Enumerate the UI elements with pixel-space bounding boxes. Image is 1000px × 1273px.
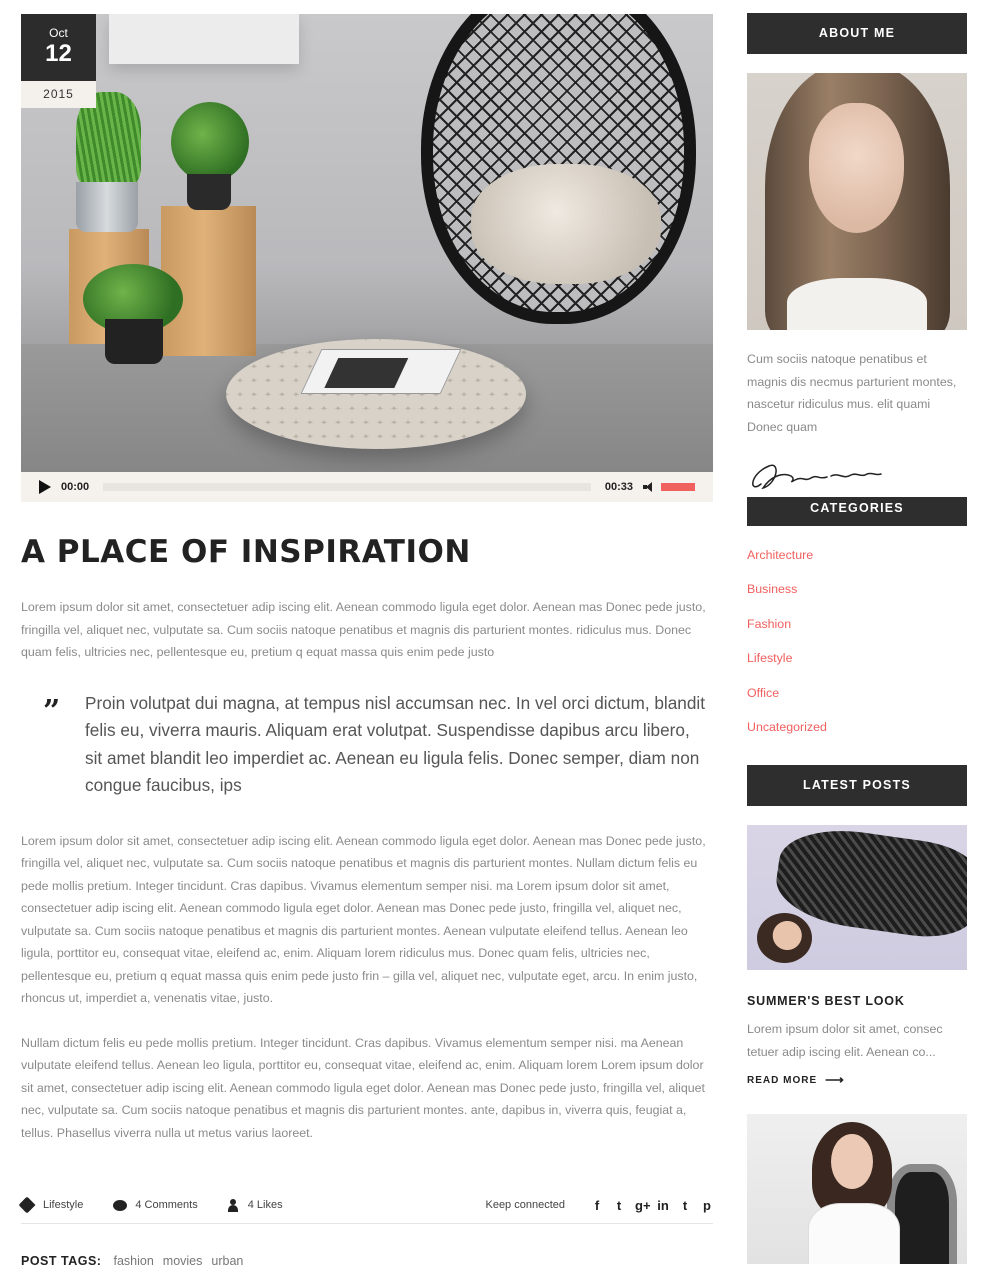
post-body-2: Nullam dictum felis eu pede mollis preti… bbox=[21, 1035, 705, 1140]
tag-link[interactable]: movies bbox=[163, 1254, 203, 1268]
signature-image bbox=[747, 454, 967, 496]
date-top: Oct 12 bbox=[21, 14, 96, 81]
arrow-right-icon: ⟶ bbox=[825, 1072, 845, 1088]
category-item-architecture[interactable]: Architecture bbox=[747, 548, 967, 582]
quote-text: Proin volutpat dui magna, at tempus nisl… bbox=[85, 692, 706, 796]
audio-player: 00:00 00:33 bbox=[21, 472, 713, 502]
date-day: 12 bbox=[45, 40, 72, 67]
latest-post-title[interactable]: SUMMER'S BEST LOOK bbox=[747, 994, 967, 1008]
tumblr-icon[interactable]: t bbox=[679, 1198, 691, 1213]
post-body-1: Lorem ipsum dolor sit amet, consectetuer… bbox=[21, 833, 706, 1006]
comment-icon bbox=[113, 1199, 128, 1211]
tag-link[interactable]: urban bbox=[211, 1254, 243, 1268]
post-likes-label: 4 Likes bbox=[247, 1199, 283, 1211]
portrait-shirt bbox=[787, 278, 927, 330]
post-tags: POST TAGS: fashion movies urban bbox=[21, 1254, 713, 1268]
blockquote: ” Proin volutpat dui magna, at tempus ni… bbox=[43, 690, 713, 800]
read-more-link[interactable]: READ MORE ⟶ bbox=[747, 1072, 967, 1088]
date-year: 2015 bbox=[21, 81, 96, 108]
volume-icon[interactable] bbox=[643, 482, 653, 492]
pinterest-icon[interactable]: p bbox=[701, 1198, 713, 1213]
quote-icon: ” bbox=[43, 693, 61, 729]
chair-cushion bbox=[471, 164, 661, 284]
categories-title: CATEGORIES bbox=[747, 497, 967, 526]
latest-posts-title: LATEST POSTS bbox=[747, 765, 967, 807]
signature-svg bbox=[752, 464, 882, 490]
plant-pot bbox=[187, 174, 231, 210]
user-icon bbox=[227, 1198, 238, 1212]
latest-post-excerpt: Lorem ipsum dolor sit amet, consec tetue… bbox=[747, 1022, 943, 1059]
category-item-fashion[interactable]: Fashion bbox=[747, 617, 967, 651]
about-me-text: Cum sociis natoque penatibus et magnis d… bbox=[747, 352, 957, 434]
linkedin-icon[interactable]: in bbox=[657, 1198, 669, 1213]
thumbnail-face bbox=[831, 1134, 873, 1190]
about-me-photo bbox=[747, 73, 967, 330]
audio-progress-track[interactable] bbox=[103, 483, 591, 491]
volume-slider[interactable] bbox=[661, 483, 695, 491]
audio-duration: 00:33 bbox=[604, 481, 633, 493]
post-meta: Lifestyle 4 Comments 4 Likes Keep connec… bbox=[18, 1194, 713, 1216]
post-comments-label: 4 Comments bbox=[135, 1199, 198, 1211]
thumbnail-head bbox=[757, 913, 812, 964]
google-plus-icon[interactable]: g+ bbox=[635, 1198, 651, 1213]
plant-pot bbox=[105, 319, 163, 364]
tag-link[interactable]: fashion bbox=[113, 1254, 153, 1268]
play-icon[interactable] bbox=[39, 480, 51, 494]
portrait-face bbox=[809, 103, 904, 233]
twitter-icon[interactable]: t bbox=[613, 1198, 625, 1213]
post-tags-label: POST TAGS: bbox=[21, 1254, 102, 1268]
tag-icon bbox=[18, 1196, 36, 1214]
post-date-badge: Oct 12 2015 bbox=[21, 14, 96, 108]
post-category-label: Lifestyle bbox=[43, 1199, 84, 1211]
meta-divider bbox=[21, 1223, 713, 1224]
thumbnail-top bbox=[809, 1204, 899, 1265]
read-more-label: READ MORE bbox=[747, 1074, 818, 1086]
plant-leaves bbox=[171, 102, 249, 182]
category-item-lifestyle[interactable]: Lifestyle bbox=[747, 651, 967, 685]
category-item-business[interactable]: Business bbox=[747, 582, 967, 616]
post-likes[interactable]: 4 Likes bbox=[227, 1198, 283, 1212]
category-item-office[interactable]: Office bbox=[747, 686, 967, 720]
magazine bbox=[300, 349, 462, 394]
date-month: Oct bbox=[49, 26, 68, 40]
post-comments[interactable]: 4 Comments bbox=[113, 1199, 198, 1211]
latest-post-thumbnail[interactable] bbox=[747, 1114, 967, 1265]
latest-post-thumbnail[interactable] bbox=[747, 825, 967, 971]
category-list: Architecture Business Fashion Lifestyle … bbox=[747, 548, 967, 754]
keep-connected-label: Keep connected bbox=[485, 1199, 565, 1211]
post-category[interactable]: Lifestyle bbox=[18, 1196, 84, 1214]
post-title: A PLACE OF INSPIRATION bbox=[21, 534, 471, 570]
facebook-icon[interactable]: f bbox=[591, 1198, 603, 1213]
main-content: Oct 12 2015 00:00 00:33 A PLACE OF INSPI… bbox=[18, 14, 713, 1268]
about-me-title: ABOUT ME bbox=[747, 13, 967, 54]
audio-current-time: 00:00 bbox=[61, 481, 90, 493]
sidebar: ABOUT ME Cum sociis natoque penatibus et… bbox=[747, 13, 967, 1265]
wall-frame bbox=[109, 14, 299, 64]
plant-bucket bbox=[76, 182, 138, 232]
category-item-uncategorized[interactable]: Uncategorized bbox=[747, 720, 967, 754]
post-intro: Lorem ipsum dolor sit amet, consectetuer… bbox=[21, 600, 706, 659]
post-featured-image: Oct 12 2015 bbox=[21, 14, 713, 472]
